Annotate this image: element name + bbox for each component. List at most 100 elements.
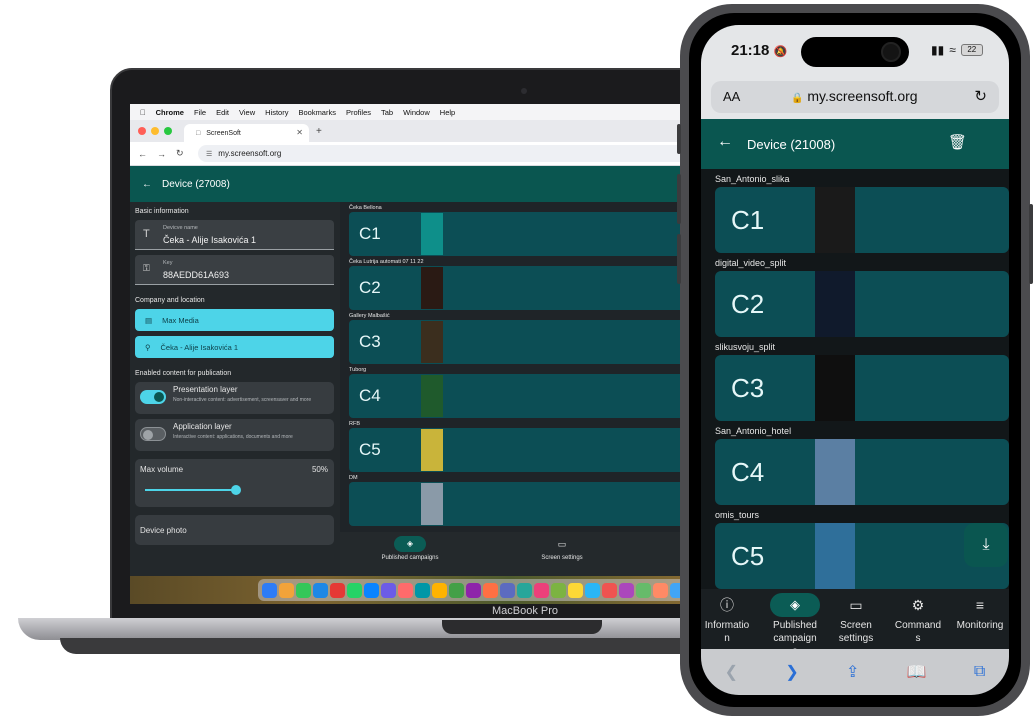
dock-app-icon[interactable] (262, 582, 277, 598)
back-arrow-icon[interactable]: ← (142, 179, 152, 190)
dock-app-icon[interactable] (466, 582, 481, 598)
volume-slider-track[interactable] (145, 489, 235, 491)
zoom-window-button[interactable] (164, 127, 172, 135)
dock-app-icon[interactable] (364, 582, 379, 598)
location-chip[interactable]: ⚲ Čeka - Alije Isakovića 1 (135, 336, 334, 358)
site-settings-icon[interactable]: ☰ (206, 150, 212, 158)
phone-screen: 21:18 🔕 ▮▮ ≈ 22 AA 🔒 my.screensoft.org ↻… (701, 25, 1009, 695)
tabs-icon[interactable]: ⧉ (974, 663, 985, 681)
menu-view[interactable]: View (239, 108, 255, 117)
delete-icon[interactable]: 🗑 (948, 133, 967, 151)
presentation-subtitle: Non-interactive content: advertisement, … (173, 397, 312, 403)
dock-app-icon[interactable] (449, 582, 464, 598)
menu-help[interactable]: Help (440, 108, 455, 117)
campaign-card[interactable]: C1 (715, 187, 1009, 253)
dock-app-icon[interactable] (398, 582, 413, 598)
reload-icon[interactable]: ↻ (974, 87, 987, 105)
dock-app-icon[interactable] (585, 582, 600, 598)
campaign-card[interactable]: C3 (715, 355, 1009, 421)
window-controls (138, 127, 172, 135)
dock-app-icon[interactable] (415, 582, 430, 598)
volume-slider-handle[interactable] (231, 485, 241, 495)
dock-app-icon[interactable] (330, 582, 345, 598)
browser-tab-bar: □ ScreenSoft ✕ + (130, 120, 700, 142)
dock-app-icon[interactable] (483, 582, 498, 598)
device-photo-card[interactable]: Device photo (135, 515, 334, 545)
bookmarks-icon[interactable]: 📖 (907, 662, 927, 682)
campaign-card[interactable]: C2 (349, 266, 700, 310)
menu-tab[interactable]: Tab (381, 108, 393, 117)
forward-chevron-icon[interactable]: ❯ (785, 662, 798, 682)
device-name-field[interactable]: T Devicve name Čeka - Alije Isakovića 1 (135, 220, 334, 250)
phone-volume-down (677, 234, 681, 284)
nav-screen-settings[interactable]: ▭ Screen settings (522, 536, 602, 561)
address-bar[interactable]: ☰ my.screensoft.org (198, 145, 698, 162)
campaign-card[interactable]: C1 (349, 212, 700, 256)
dock-app-icon[interactable] (279, 582, 294, 598)
campaign-card[interactable]: C4 (715, 439, 1009, 505)
campaign-card[interactable]: C4 (349, 374, 700, 418)
campaign-thumbnail (815, 439, 855, 505)
campaign-card[interactable]: C5 (349, 428, 700, 472)
dock-app-icon[interactable] (602, 582, 617, 598)
key-field[interactable]: ⚿ Key 88AEDD61A693 (135, 255, 334, 285)
nav-published-campaigns[interactable]: ◈ Published campaigns (370, 536, 450, 561)
menu-edit[interactable]: Edit (216, 108, 229, 117)
browser-tab[interactable]: □ ScreenSoft ✕ (184, 124, 309, 142)
dock-app-icon[interactable] (653, 582, 668, 598)
dock-app-icon[interactable] (568, 582, 583, 598)
new-tab-icon[interactable]: + (316, 126, 322, 137)
share-icon[interactable]: ⇪ (846, 662, 859, 682)
max-volume-label: Max volume (140, 465, 184, 474)
menu-file[interactable]: File (194, 108, 206, 117)
application-layer-toggle[interactable]: Application layer Interactive content: a… (135, 419, 334, 451)
close-tab-icon[interactable]: ✕ (296, 128, 303, 137)
menu-window[interactable]: Window (403, 108, 430, 117)
phone-device-title: Device (21008) (747, 137, 836, 152)
dock-app-icon[interactable] (347, 582, 362, 598)
minimize-window-button[interactable] (151, 127, 159, 135)
laptop-screen:  Chrome File Edit View History Bookmark… (130, 104, 700, 604)
dock-app-icon[interactable] (636, 582, 651, 598)
application-switch[interactable] (140, 427, 166, 441)
campaign-name: Čeka Bellona (349, 205, 382, 211)
company-chip[interactable]: ▤ Max Media (135, 309, 334, 331)
battery-icon: 22 (960, 44, 983, 56)
dock-app-icon[interactable] (296, 582, 311, 598)
presentation-layer-toggle[interactable]: Presentation layer Non-interactive conte… (135, 382, 334, 414)
dock-app-icon[interactable] (500, 582, 515, 598)
menu-bookmarks[interactable]: Bookmarks (298, 108, 336, 117)
reader-settings-button[interactable]: AA (723, 89, 740, 104)
close-window-button[interactable] (138, 127, 146, 135)
forward-icon[interactable]: → (157, 149, 166, 159)
campaign-card[interactable] (349, 482, 700, 526)
nav-monitoring[interactable]: ≡ Monitoring (951, 593, 1009, 632)
dock-app-icon[interactable] (313, 582, 328, 598)
campaign-thumbnail (815, 187, 855, 253)
back-arrow-icon[interactable]: ← (717, 133, 733, 151)
campaign-card[interactable]: C3 (349, 320, 700, 364)
dock-app-icon[interactable] (381, 582, 396, 598)
dock-app-icon[interactable] (517, 582, 532, 598)
dock-app-icon[interactable] (551, 582, 566, 598)
campaign-name: San_Antonio_slika (715, 174, 790, 184)
reload-icon[interactable]: ↻ (176, 148, 184, 159)
nav-screen-settings[interactable]: ▭ Screen settings (829, 593, 883, 645)
apple-icon[interactable]:  (140, 108, 146, 117)
campaign-code: C4 (359, 386, 381, 405)
dock-app-icon[interactable] (619, 582, 634, 598)
download-fab[interactable]: ⤓ (964, 523, 1008, 567)
presentation-switch[interactable] (140, 390, 166, 404)
nav-information[interactable]: ⓘ Informatio n (703, 593, 751, 645)
menu-app[interactable]: Chrome (156, 108, 184, 117)
dock-app-icon[interactable] (432, 582, 447, 598)
dock-app-icon[interactable] (534, 582, 549, 598)
campaign-card[interactable]: C2 (715, 271, 1009, 337)
safari-url-field[interactable]: AA 🔒 my.screensoft.org ↻ (711, 81, 999, 113)
back-chevron-icon[interactable]: ❮ (725, 662, 738, 682)
back-icon[interactable]: ← (138, 149, 147, 159)
nav-commands[interactable]: ⚙ Command s (891, 593, 945, 645)
layers-icon: ◈ (770, 593, 820, 617)
menu-profiles[interactable]: Profiles (346, 108, 371, 117)
menu-history[interactable]: History (265, 108, 288, 117)
